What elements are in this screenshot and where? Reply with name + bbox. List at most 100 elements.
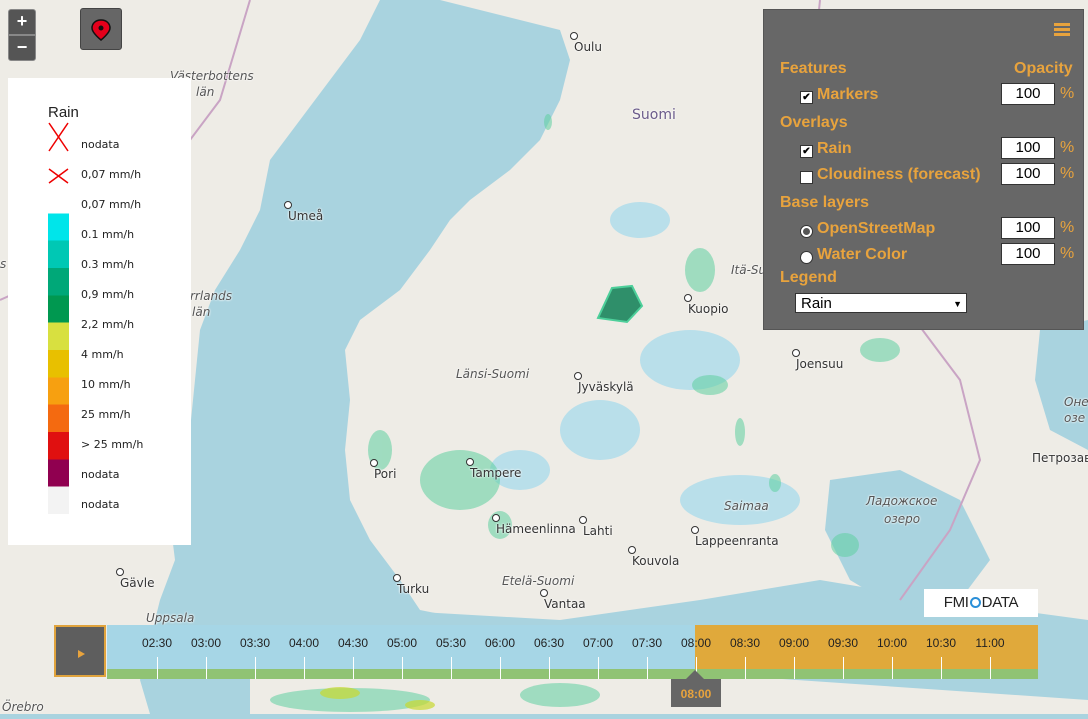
map-label: Hämeenlinna [492, 514, 576, 536]
rain-opacity-input[interactable]: 100 [1001, 137, 1055, 159]
timeline-tick-label: 02:30 [141, 636, 173, 650]
time-cursor-pointer[interactable] [686, 670, 704, 679]
map-label: Jyväskylä [574, 372, 634, 394]
watercolor-opacity-input[interactable]: 100 [1001, 243, 1055, 265]
timeline-tick-mark [647, 657, 648, 679]
osm-radio[interactable] [800, 225, 813, 238]
map-label: Оне [1064, 395, 1088, 409]
timeline-tick-mark [402, 657, 403, 679]
watercolor-radio[interactable] [800, 251, 813, 264]
nodata-cross-icon [48, 122, 69, 152]
legend-row-label: 25 mm/h [81, 408, 131, 421]
osm-label[interactable]: OpenStreetMap [817, 220, 935, 238]
menu-icon[interactable] [1054, 23, 1070, 37]
map-label: Kuopio [684, 294, 729, 316]
cloudiness-opacity-input[interactable]: 100 [1001, 163, 1055, 185]
timeline-tick-label: 08:30 [729, 636, 761, 650]
map-label: Lahti [579, 516, 613, 538]
map-label: Etelä-Suomi [502, 574, 575, 588]
timeline-tick-mark [206, 657, 207, 679]
map-label: län [196, 85, 215, 99]
map-label: Tampere [465, 458, 522, 480]
timeline-tick-label: 03:00 [190, 636, 222, 650]
cloudiness-label[interactable]: Cloudiness (forecast) [817, 166, 981, 184]
timeline-tick-label: 11:00 [975, 636, 1005, 650]
map-label: Pori [369, 459, 397, 481]
chevron-down-icon: ▼ [953, 299, 962, 309]
rain-percent-label: % [1060, 139, 1075, 156]
legend-row-label: 0.3 mm/h [81, 258, 135, 271]
rain-label[interactable]: Rain [817, 140, 852, 158]
map-label: Kouvola [627, 546, 680, 568]
watercolor-label[interactable]: Water Color [817, 246, 907, 264]
map-label: Turku [392, 574, 430, 596]
map-label: Umeå [283, 201, 324, 223]
watercolor-percent-label: % [1060, 245, 1075, 262]
zoom-out-button[interactable]: − [8, 35, 36, 61]
timeline-tick-label: 10:00 [876, 636, 908, 650]
current-time-label[interactable]: 08:00 [671, 679, 721, 707]
timeline-tick-mark [892, 657, 893, 679]
map-label: озе [1064, 411, 1086, 425]
layer-switcher-panel: Features Opacity ✔ Markers 100 % Overlay… [763, 9, 1084, 330]
legend-row-label: nodata [81, 468, 120, 481]
features-heading: Features [780, 60, 847, 77]
map-label: Saimaa [724, 499, 769, 513]
map-label: Oulu [570, 32, 602, 54]
timeline-tick-label: 06:30 [533, 636, 565, 650]
cloudiness-percent-label: % [1060, 165, 1075, 182]
map-label: Uppsala [146, 611, 195, 625]
legend-row-label: nodata [81, 498, 120, 511]
osm-opacity-input[interactable]: 100 [1001, 217, 1055, 239]
map-label: Länsi-Suomi [456, 367, 530, 381]
timeline-tick-mark [353, 657, 354, 679]
osm-percent-label: % [1060, 219, 1075, 236]
timeline-tick-mark [794, 657, 795, 679]
cloudiness-checkbox[interactable] [800, 171, 813, 184]
timeline-tick-mark [157, 657, 158, 679]
markers-percent-label: % [1060, 85, 1075, 102]
play-button[interactable] [54, 625, 106, 677]
timeline-tick-label: 03:30 [239, 636, 271, 650]
time-slider[interactable]: 02:30 03:00 03:30 04:00 04:30 05:00 05:30 06:00… [54, 625, 1038, 679]
map-label: s [0, 257, 7, 271]
map-label: Joensuu [791, 349, 844, 371]
low-rain-cross-icon [48, 168, 69, 184]
timeline-tick-mark [843, 657, 844, 679]
legend-row-label: 2,2 mm/h [81, 318, 135, 331]
rain-checkbox[interactable]: ✔ [800, 145, 813, 158]
timeline-tick-mark [304, 657, 305, 679]
legend-row-label: 4 mm/h [81, 348, 124, 361]
legend-row-label: 0.1 mm/h [81, 228, 135, 241]
zoom-in-button[interactable]: + [8, 9, 36, 35]
timeline-tick-label: 07:00 [582, 636, 614, 650]
base-layers-heading: Base layers [780, 194, 869, 211]
legend-row-label: nodata [81, 138, 120, 151]
map-label: Gävle [115, 568, 155, 590]
timeline-tick-mark [549, 657, 550, 679]
legend-heading: Legend [780, 269, 837, 286]
markers-label[interactable]: Markers [817, 86, 878, 104]
legend-select[interactable]: Rain ▼ [795, 293, 967, 313]
map-label: Suomi [632, 107, 676, 123]
legend-colorbar [48, 186, 69, 514]
map-label: Lappeenranta [691, 526, 779, 548]
timeline-tick-label: 04:00 [288, 636, 320, 650]
timeline-tick-label: 07:30 [631, 636, 663, 650]
map-pin-icon [91, 19, 111, 41]
timeline-tick-mark [598, 657, 599, 679]
add-marker-button[interactable] [80, 8, 122, 50]
map-label: Örebro [2, 700, 44, 714]
legend-row-label: 0,07 mm/h [81, 168, 142, 181]
play-icon [78, 650, 85, 658]
legend-row-label: 10 mm/h [81, 378, 131, 391]
timeline-tick-mark [500, 657, 501, 679]
markers-checkbox[interactable]: ✔ [800, 91, 813, 104]
map-label: Петрозаво [1032, 451, 1088, 465]
markers-opacity-input[interactable]: 100 [1001, 83, 1055, 105]
timeline-tick-mark [941, 657, 942, 679]
timeline-data-bar [107, 669, 1038, 679]
map-label: Ладожское [866, 494, 938, 508]
legend-title: Rain [48, 104, 79, 121]
timeline-tick-label: 06:00 [484, 636, 516, 650]
